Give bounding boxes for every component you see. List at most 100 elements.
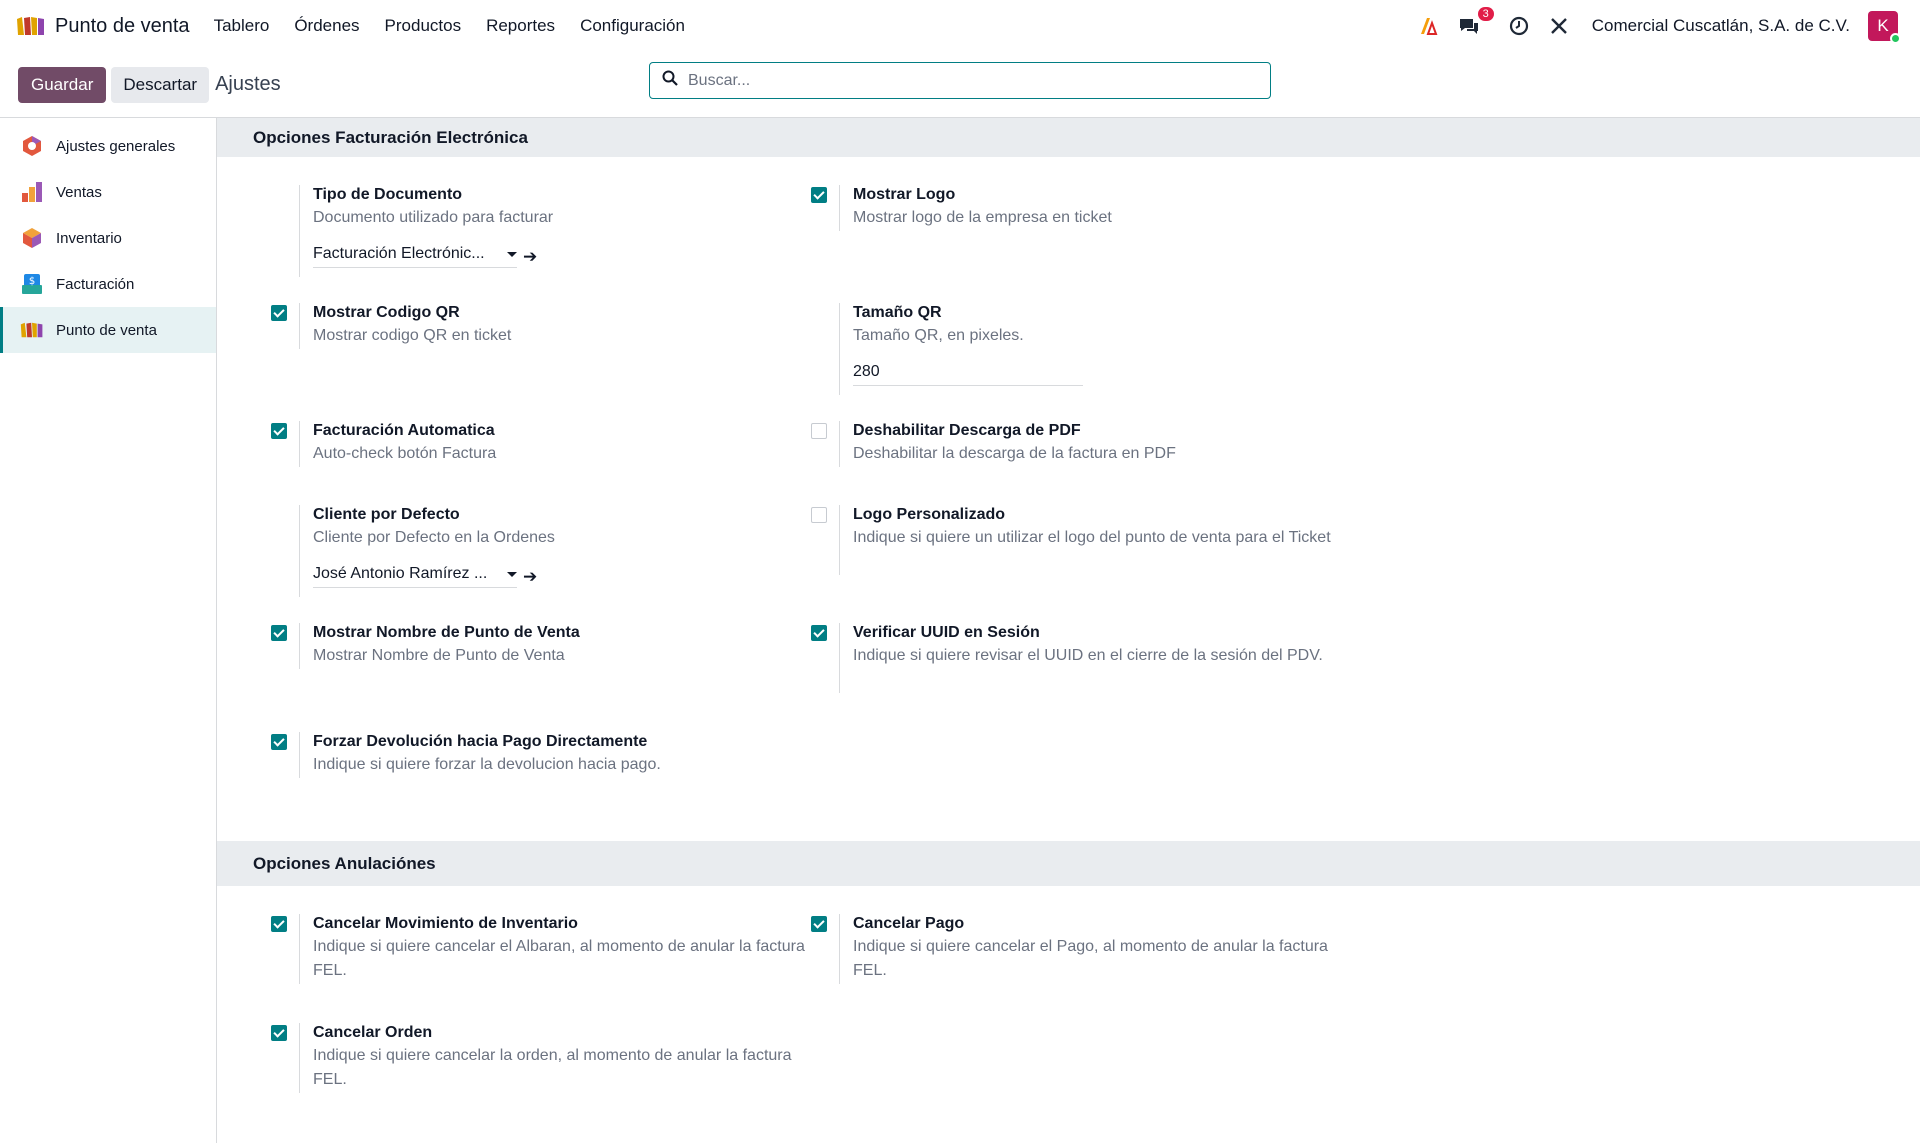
setting-description: Deshabilitar la descarga de la factura e… [853, 445, 1176, 462]
setting-divider [299, 185, 300, 277]
online-status-icon [1890, 33, 1901, 44]
sidebar-item-label: Inventario [56, 229, 122, 247]
app-title[interactable]: Punto de venta [55, 15, 190, 38]
setting-logo-personalizado: Logo Personalizado Indique si quiere un … [811, 505, 1351, 575]
menu-ordenes[interactable]: Órdenes [294, 16, 359, 36]
setting-divider [299, 303, 300, 349]
setting-cliente-defecto: Cliente por Defecto Cliente por Defecto … [271, 505, 811, 597]
main-menu: Tablero Órdenes Productos Reportes Confi… [214, 16, 685, 36]
deshabilitar-pdf-checkbox[interactable] [811, 423, 827, 439]
save-button[interactable]: Guardar [18, 66, 107, 103]
svg-text:$: $ [29, 276, 35, 287]
tools-icon[interactable] [1548, 15, 1570, 37]
menu-productos[interactable]: Productos [385, 16, 462, 36]
nombre-pdv-checkbox[interactable] [271, 625, 287, 641]
setting-description: Indique si quiere revisar el UUID en el … [853, 647, 1323, 664]
inventory-icon [20, 226, 44, 250]
chevron-down-icon [507, 251, 517, 257]
tamano-qr-input[interactable]: 280 [853, 363, 1083, 386]
top-navbar: Punto de venta Tablero Órdenes Productos… [0, 0, 1920, 52]
setting-title: Deshabilitar Descarga de PDF [853, 422, 1081, 439]
invoicing-icon: $ [20, 272, 44, 296]
setting-cancelar-pago: Cancelar Pago Indique si quiere cancelar… [811, 914, 1351, 984]
setting-divider [839, 185, 840, 231]
setting-divider [299, 914, 300, 984]
setting-title: Logo Personalizado [853, 506, 1006, 523]
setting-divider [299, 732, 300, 778]
settings-sidebar: Ajustes generales Ventas Inventario $ Fa… [0, 118, 217, 1143]
verificar-uuid-checkbox[interactable] [811, 625, 827, 641]
setting-deshabilitar-pdf: Deshabilitar Descarga de PDF Deshabilita… [811, 421, 1351, 467]
setting-title: Mostrar Nombre de Punto de Venta [313, 624, 580, 641]
sidebar-item-label: Facturación [56, 275, 135, 293]
setting-title: Cancelar Pago [853, 915, 965, 932]
setting-title: Tamaño QR [853, 304, 942, 321]
setting-title: Verificar UUID en Sesión [853, 624, 1040, 641]
arrow-right-icon[interactable]: ➔ [523, 247, 537, 267]
setting-title: Mostrar Codigo QR [313, 304, 460, 321]
menu-reportes[interactable]: Reportes [486, 16, 555, 36]
setting-title: Cancelar Orden [313, 1024, 433, 1041]
setting-description: Mostrar codigo QR en ticket [313, 327, 512, 344]
setting-mostrar-logo: Mostrar Logo Mostrar logo de la empresa … [811, 185, 1351, 231]
setting-verificar-uuid: Verificar UUID en Sesión Indique si quie… [811, 623, 1351, 693]
fel-settings: Tipo de Documento Documento utilizado pa… [217, 157, 1920, 841]
sidebar-item-inventario[interactable]: Inventario [0, 215, 216, 261]
company-switcher[interactable]: Comercial Cuscatlán, S.A. de C.V. [1592, 16, 1850, 36]
setting-description: Tamaño QR, en pixeles. [853, 327, 1024, 344]
sidebar-item-label: Ajustes generales [56, 137, 176, 155]
setting-nombre-pdv: Mostrar Nombre de Punto de Venta Mostrar… [271, 623, 811, 669]
setting-tamano-qr: Tamaño QR Tamaño QR, en pixeles. 280 [811, 303, 1351, 395]
setting-divider [839, 623, 840, 693]
forzar-devolucion-checkbox[interactable] [271, 734, 287, 750]
settings-content: Opciones Facturación Electrónica Tipo de… [217, 118, 1920, 1143]
setting-cancelar-movimiento: Cancelar Movimiento de Inventario Indiqu… [271, 914, 811, 984]
setting-forzar-devolucion: Forzar Devolución hacia Pago Directament… [271, 732, 811, 778]
setting-description: Indique si quiere cancelar el Albaran, a… [313, 938, 805, 979]
arrow-right-icon[interactable]: ➔ [523, 567, 537, 587]
setting-title: Tipo de Documento [313, 186, 463, 203]
setting-divider [839, 303, 840, 395]
setting-title: Cliente por Defecto [313, 506, 460, 523]
sidebar-item-punto-de-venta[interactable]: Punto de venta [0, 307, 216, 353]
messages-icon[interactable]: 3 [1458, 7, 1494, 37]
setting-tipo-documento: Tipo de Documento Documento utilizado pa… [271, 185, 811, 277]
pos-app-icon[interactable] [16, 15, 46, 37]
discard-button[interactable]: Descartar [111, 66, 210, 103]
cancelar-pago-checkbox[interactable] [811, 916, 827, 932]
avatar-letter: K [1877, 16, 1889, 35]
cancelar-orden-checkbox[interactable] [271, 1025, 287, 1041]
setting-mostrar-qr: Mostrar Codigo QR Mostrar codigo QR en t… [271, 303, 811, 349]
setting-cancelar-orden: Cancelar Orden Indique si quiere cancela… [271, 1023, 811, 1093]
search-input[interactable] [688, 71, 1248, 90]
chevron-down-icon [507, 571, 517, 577]
facturacion-automatica-checkbox[interactable] [271, 423, 287, 439]
search-icon [662, 70, 678, 91]
sidebar-item-ventas[interactable]: Ventas [0, 169, 216, 215]
ai-assistant-icon[interactable] [1418, 15, 1440, 37]
menu-tablero[interactable]: Tablero [214, 16, 270, 36]
cancel-settings: Cancelar Movimiento de Inventario Indiqu… [217, 886, 1920, 1136]
setting-divider [299, 1023, 300, 1093]
setting-facturacion-automatica: Facturación Automatica Auto-check botón … [271, 421, 811, 467]
logo-personalizado-checkbox[interactable] [811, 507, 827, 523]
sidebar-item-label: Ventas [56, 183, 102, 201]
setting-title: Mostrar Logo [853, 186, 956, 203]
select-value: José Antonio Ramírez ... [313, 565, 488, 582]
mostrar-logo-checkbox[interactable] [811, 187, 827, 203]
breadcrumb: Ajustes [215, 73, 281, 95]
navbar-systray: 3 Comercial Cuscatlán, S.A. de C.V. K [1418, 0, 1901, 52]
sidebar-item-general[interactable]: Ajustes generales [0, 123, 216, 169]
clock-icon[interactable] [1508, 15, 1530, 37]
user-avatar[interactable]: K [1868, 11, 1901, 44]
mostrar-qr-checkbox[interactable] [271, 305, 287, 321]
menu-configuracion[interactable]: Configuración [580, 16, 685, 36]
setting-divider [839, 914, 840, 984]
tipo-documento-select[interactable]: Facturación Electrónic... [313, 245, 517, 268]
cancelar-movimiento-checkbox[interactable] [271, 916, 287, 932]
sidebar-item-facturacion[interactable]: $ Facturación [0, 261, 216, 307]
setting-description: Indique si quiere cancelar el Pago, al m… [853, 938, 1328, 979]
cliente-defecto-select[interactable]: José Antonio Ramírez ... [313, 565, 517, 588]
control-panel: Guardar Descartar Ajustes [0, 52, 1920, 118]
messages-badge: 3 [1477, 7, 1494, 21]
